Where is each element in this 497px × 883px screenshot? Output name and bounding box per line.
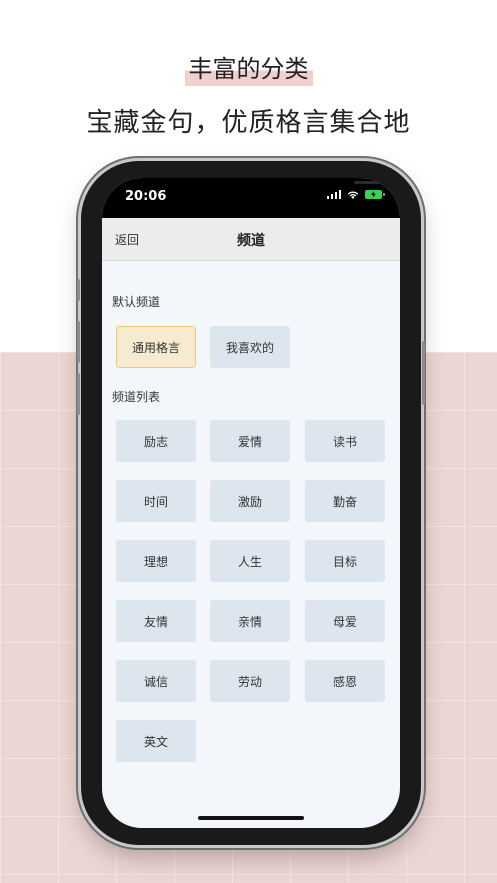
list-section-label: 频道列表 — [112, 390, 161, 404]
volume-down-button — [77, 373, 80, 415]
status-bar: 20:06 — [102, 178, 400, 218]
promo-subtitle: 宝藏金句，优质格言集合地 — [86, 108, 411, 138]
channel-chip[interactable]: 劳动 — [210, 660, 290, 702]
channel-chip[interactable]: 目标 — [305, 540, 385, 582]
channel-chip[interactable]: 诚信 — [116, 660, 196, 702]
page-title: 频道 — [237, 233, 265, 249]
channel-chip[interactable]: 勤奋 — [305, 480, 385, 522]
channel-chip[interactable]: 时间 — [116, 480, 196, 522]
default-section-label: 默认频道 — [112, 295, 161, 309]
volume-up-button — [77, 321, 80, 363]
status-icons — [326, 190, 385, 199]
status-time: 20:06 — [125, 189, 167, 204]
channel-chip[interactable]: 读书 — [305, 420, 385, 462]
phone-screen: 20:06 返回 频道 默认频道 通用格言 我喜欢的 频道列表 励志 爱情 读书… — [102, 178, 400, 828]
channel-chip[interactable]: 英文 — [116, 720, 196, 762]
promo-title: 丰富的分类 — [0, 52, 497, 86]
channel-chip[interactable]: 励志 — [116, 420, 196, 462]
phone-frame: 20:06 返回 频道 默认频道 通用格言 我喜欢的 频道列表 励志 爱情 读书… — [77, 161, 425, 845]
channel-chip-general-maxims[interactable]: 通用格言 — [116, 326, 196, 368]
channel-chip[interactable]: 人生 — [210, 540, 290, 582]
notch — [214, 178, 394, 196]
channel-chip-my-favorites[interactable]: 我喜欢的 — [210, 326, 290, 368]
signal-icon — [326, 190, 341, 199]
channel-chip[interactable]: 友情 — [116, 600, 196, 642]
speaker-grille — [354, 181, 394, 184]
home-indicator[interactable] — [198, 816, 304, 820]
mute-switch — [77, 279, 80, 301]
nav-bar: 返回 频道 — [102, 218, 400, 261]
channel-chip[interactable]: 感恩 — [305, 660, 385, 702]
channel-chip[interactable]: 母爱 — [305, 600, 385, 642]
channel-chip[interactable]: 爱情 — [210, 420, 290, 462]
battery-charging-icon — [365, 190, 385, 199]
channel-chip[interactable]: 亲情 — [210, 600, 290, 642]
wifi-icon — [347, 191, 359, 199]
channel-chip[interactable]: 激励 — [210, 480, 290, 522]
power-button — [422, 341, 425, 405]
channel-chip[interactable]: 理想 — [116, 540, 196, 582]
